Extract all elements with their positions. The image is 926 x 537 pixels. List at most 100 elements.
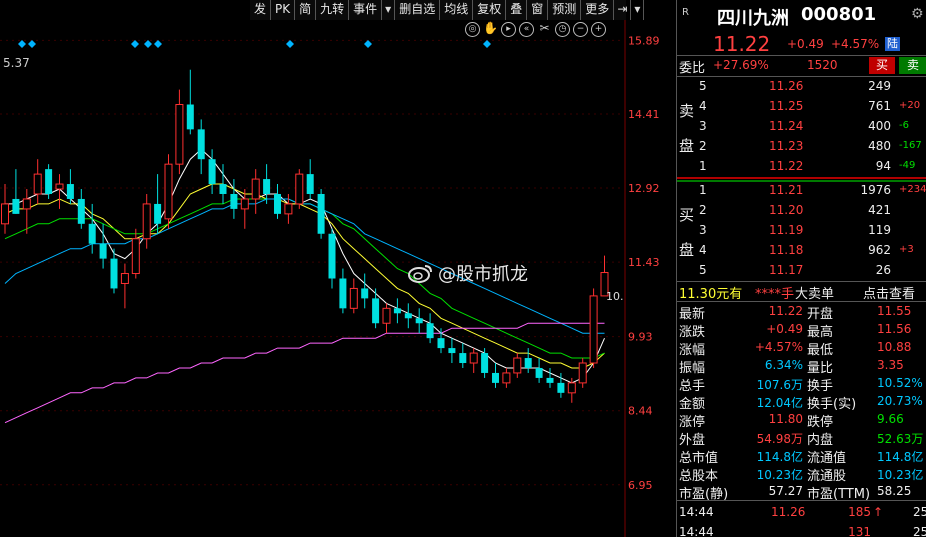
candle[interactable] xyxy=(513,353,522,378)
candle[interactable] xyxy=(240,189,249,229)
zoom-out-icon[interactable]: − xyxy=(573,22,588,37)
play-icon[interactable]: ▸ xyxy=(501,22,516,37)
bid-row: 2 11.20 421 xyxy=(677,202,926,220)
candle[interactable] xyxy=(110,248,118,294)
clock-icon[interactable]: ◷ xyxy=(555,22,570,37)
candle[interactable] xyxy=(77,189,85,229)
toolbar-button-13[interactable]: ⇥ xyxy=(614,0,632,20)
candle[interactable] xyxy=(415,308,423,334)
kline-chart[interactable]: 15.89 14.41 12.92 11.43 9.93 8.44 6.95 10. xyxy=(0,0,676,537)
current-price-marker: 10. xyxy=(606,290,624,303)
candle[interactable] xyxy=(1,184,9,234)
toolbar-button-0[interactable]: 发 xyxy=(250,0,272,20)
settings-gear-icon[interactable]: ⚙ xyxy=(911,6,924,22)
toolbar-button-1[interactable]: PK xyxy=(271,0,296,20)
candle[interactable] xyxy=(251,169,260,214)
rewind-icon[interactable]: « xyxy=(519,22,534,37)
candle[interactable] xyxy=(339,268,347,314)
candle[interactable] xyxy=(426,313,434,344)
candle[interactable] xyxy=(535,358,543,383)
event-marker-icon[interactable] xyxy=(28,40,36,48)
toolbar-button-10[interactable]: 窗 xyxy=(527,0,549,20)
stat-value: 10.88 xyxy=(877,340,912,354)
candle[interactable] xyxy=(459,343,467,368)
candle[interactable] xyxy=(349,278,358,314)
zoom-in-icon[interactable]: + xyxy=(591,22,606,37)
candle[interactable] xyxy=(186,69,194,135)
candle[interactable] xyxy=(502,367,511,388)
event-marker-icon[interactable] xyxy=(144,40,152,48)
hand-icon[interactable]: ✋ xyxy=(483,22,498,37)
event-marker-icon[interactable] xyxy=(483,40,491,48)
toolbar-button-11[interactable]: 预测 xyxy=(548,0,582,20)
price-tick-label: 9.93 xyxy=(628,331,653,344)
target-icon[interactable]: ◎ xyxy=(465,22,480,37)
candle[interactable] xyxy=(393,298,401,324)
big-order-link[interactable]: 点击查看 xyxy=(863,283,915,302)
candle[interactable] xyxy=(284,193,293,224)
kline-chart-area[interactable]: 15.89 14.41 12.92 11.43 9.93 8.44 6.95 10. 发 PK 简… xyxy=(0,0,676,537)
candle[interactable] xyxy=(45,164,53,199)
candle[interactable] xyxy=(295,169,304,209)
candle[interactable] xyxy=(197,119,205,175)
toolbar-button-7[interactable]: 均线 xyxy=(440,0,474,20)
candle[interactable] xyxy=(328,228,336,289)
toolbar-button-14[interactable]: ▾ xyxy=(631,0,645,20)
candle[interactable] xyxy=(120,263,129,309)
candle[interactable] xyxy=(524,348,532,373)
candle[interactable] xyxy=(469,348,478,373)
big-order-stars: ****手 xyxy=(755,287,795,302)
candle[interactable] xyxy=(448,338,456,364)
sell-button[interactable]: 卖 xyxy=(899,57,926,74)
stat-label: 量比 xyxy=(807,361,834,376)
candle[interactable] xyxy=(492,363,499,388)
candle-body xyxy=(45,169,53,194)
candle[interactable] xyxy=(481,348,489,378)
stat-label: 涨幅 xyxy=(679,343,706,358)
candle[interactable] xyxy=(578,358,587,388)
candle[interactable] xyxy=(175,89,184,175)
candle[interactable] xyxy=(382,303,391,334)
event-marker-icon[interactable] xyxy=(131,40,139,48)
event-marker-icon[interactable] xyxy=(364,40,372,48)
candle-body xyxy=(251,178,260,200)
weibi-number: 1520 xyxy=(807,58,838,72)
candle[interactable] xyxy=(131,228,140,279)
toolbar-button-4[interactable]: 事件 xyxy=(349,0,383,20)
candle[interactable] xyxy=(208,149,216,194)
stat-label: 总股本 xyxy=(679,469,719,484)
candle[interactable] xyxy=(546,367,554,388)
ask-volume: 400 xyxy=(868,119,891,133)
stat-value: 10.23亿 xyxy=(756,468,803,482)
event-marker-icon[interactable] xyxy=(154,40,162,48)
event-marker-icon[interactable] xyxy=(286,40,294,48)
toolbar-button-9[interactable]: 叠 xyxy=(506,0,528,20)
candle[interactable] xyxy=(317,189,325,239)
candle[interactable] xyxy=(306,159,314,199)
candle[interactable] xyxy=(142,193,151,249)
bid-level: 3 xyxy=(699,223,707,237)
candle[interactable] xyxy=(589,288,598,368)
toolbar-button-3[interactable]: 九转 xyxy=(316,0,350,20)
candle[interactable] xyxy=(404,303,412,329)
toolbar-button-2[interactable]: 简 xyxy=(295,0,317,20)
candle[interactable] xyxy=(33,159,42,204)
toolbar-button-8[interactable]: 复权 xyxy=(473,0,507,20)
toolbar-button-12[interactable]: 更多 xyxy=(581,0,615,20)
candle[interactable] xyxy=(66,169,74,204)
candle[interactable] xyxy=(12,169,20,214)
candle[interactable] xyxy=(22,189,31,234)
candle[interactable] xyxy=(274,184,281,219)
candle[interactable] xyxy=(154,174,162,234)
candle-body xyxy=(469,352,478,364)
bid-change: +3 xyxy=(899,244,914,255)
toolbar-button-6[interactable]: 删自选 xyxy=(395,0,441,20)
candle[interactable] xyxy=(361,273,369,309)
buy-button[interactable]: 买 xyxy=(869,57,895,74)
current-price: 11.22 xyxy=(713,32,771,56)
toolbar-button-5[interactable]: ▾ xyxy=(382,0,396,20)
scissors-icon[interactable]: ✂ xyxy=(537,22,552,37)
candle[interactable] xyxy=(372,288,380,329)
candle[interactable] xyxy=(164,154,173,229)
event-marker-icon[interactable] xyxy=(18,40,26,48)
